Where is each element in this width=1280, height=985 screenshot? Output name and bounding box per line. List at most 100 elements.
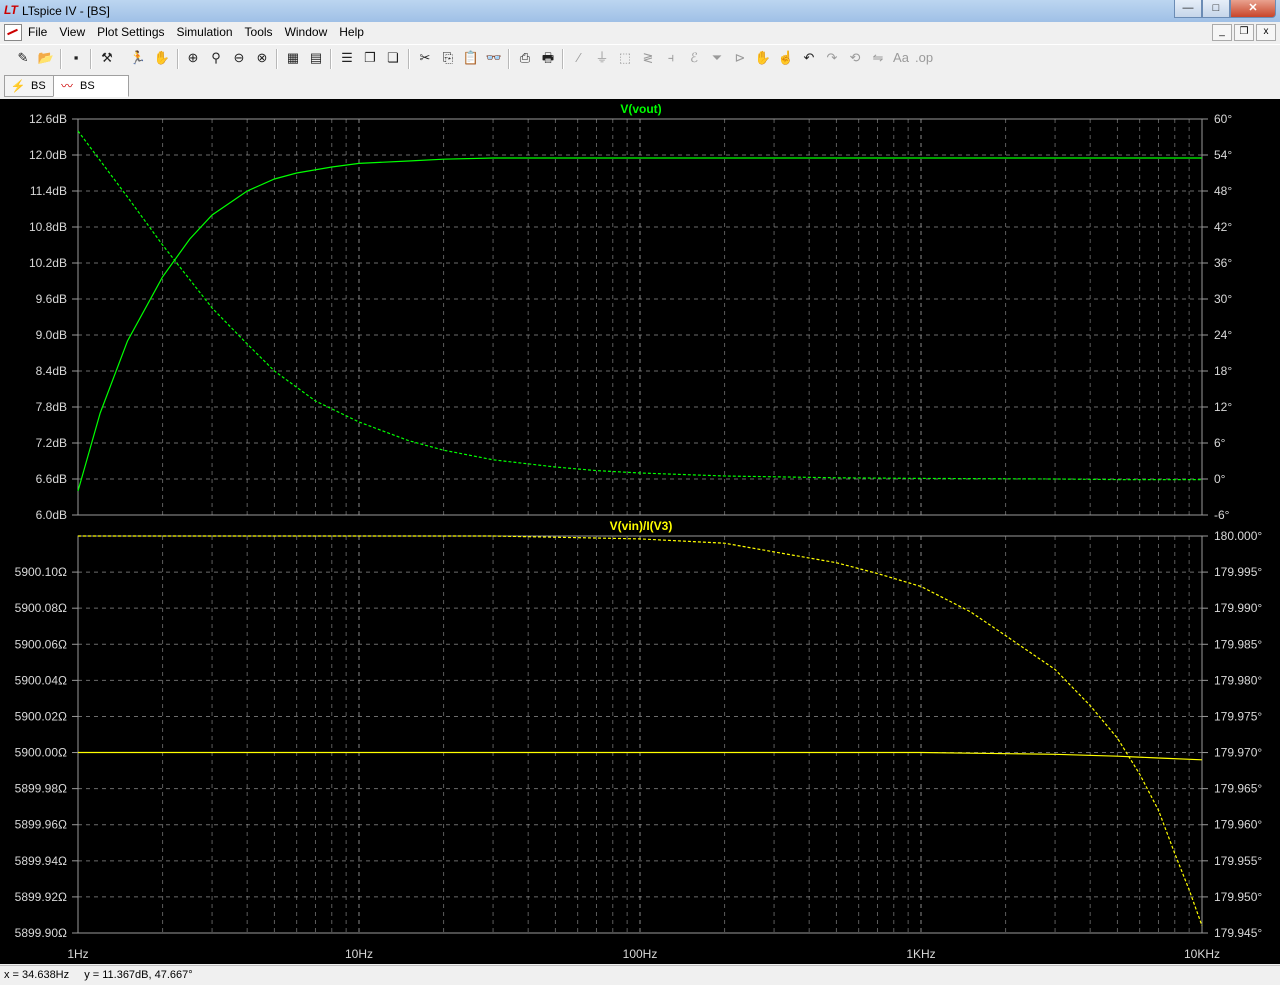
mdi-restore-button[interactable]: ❐	[1234, 24, 1254, 41]
title-bar: LT LTspice IV - [BS] — □ ✕	[0, 0, 1280, 23]
y-right-tick-label: 30°	[1214, 292, 1232, 306]
cursor-y-readout: y = 11.367dB, 47.667°	[84, 969, 193, 981]
paste-icon[interactable]: 📋	[462, 49, 480, 67]
menu-tools[interactable]: Tools	[239, 25, 279, 40]
x-tick-label: 100Hz	[623, 947, 658, 961]
y-right-tick-label: 0°	[1214, 472, 1226, 486]
y-left-tick-label: 12.0dB	[29, 148, 67, 162]
resistor-icon[interactable]: ≷	[639, 49, 657, 67]
pane-title: V(vin)/I(V3)	[610, 519, 673, 533]
window-close-button[interactable]: ✕	[1230, 0, 1276, 18]
rotate-icon[interactable]: ⟲	[846, 49, 864, 67]
y-left-tick-label: 5900.00Ω	[15, 746, 67, 760]
visible-traces-icon[interactable]: ▤	[307, 49, 325, 67]
waveform-icon: 〰	[60, 79, 73, 93]
wire-icon[interactable]: ∕	[570, 49, 588, 67]
drag-icon[interactable]: ☝	[777, 49, 795, 67]
y-right-tick-label: 179.945°	[1214, 926, 1262, 940]
menu-simulation[interactable]: Simulation	[171, 25, 239, 40]
y-left-tick-label: 7.8dB	[36, 400, 67, 414]
menu-help[interactable]: Help	[333, 25, 370, 40]
window-title: LTspice IV - [BS]	[22, 4, 110, 18]
autorange-icon[interactable]: ▦	[284, 49, 302, 67]
y-left-tick-label: 5899.98Ω	[15, 782, 67, 796]
tile-horizontal-icon[interactable]: ☰	[338, 49, 356, 67]
y-left-tick-label: 5900.04Ω	[15, 673, 67, 687]
copy-icon[interactable]: ⎘	[439, 49, 457, 67]
cut-icon[interactable]: ✂	[416, 49, 434, 67]
tab-schematic[interactable]: ⚡ BS	[4, 75, 54, 97]
window-minimize-button[interactable]: —	[1174, 0, 1202, 18]
ltspice-logo: LT	[4, 3, 18, 17]
y-right-tick-label: 179.975°	[1214, 709, 1262, 723]
y-right-tick-label: 179.995°	[1214, 565, 1262, 579]
y-right-tick-label: -6°	[1214, 508, 1230, 522]
y-left-tick-label: 9.0dB	[36, 328, 67, 342]
menu-plot-settings[interactable]: Plot Settings	[91, 25, 170, 40]
x-tick-label: 1KHz	[906, 947, 935, 961]
zoom-pan-icon[interactable]: ⚲	[207, 49, 225, 67]
redo-icon[interactable]: ↷	[823, 49, 841, 67]
menu-file[interactable]: File	[22, 25, 53, 40]
y-right-tick-label: 179.955°	[1214, 854, 1262, 868]
cursor-x-readout: x = 34.638Hz	[4, 969, 70, 981]
new-schematic-icon[interactable]: ✎	[14, 49, 32, 67]
y-right-tick-label: 179.980°	[1214, 673, 1262, 687]
control-panel-icon[interactable]: ⚒	[98, 49, 116, 67]
y-right-tick-label: 42°	[1214, 220, 1232, 234]
print-setup-icon[interactable]: ⎙	[516, 49, 534, 67]
toolbar: ✎ 📂 ▪ ⚒ 🏃 ✋ ⊕ ⚲ ⊖ ⊗ ▦ ▤ ☰ ❐ ❏ ✂ ⎘ 📋 👓 ⎙ …	[0, 44, 1280, 74]
y-left-tick-label: 6.0dB	[36, 508, 67, 522]
halt-icon[interactable]: ✋	[153, 49, 171, 67]
y-left-tick-label: 9.6dB	[36, 292, 67, 306]
y-left-tick-label: 5899.96Ω	[15, 818, 67, 832]
y-right-tick-label: 48°	[1214, 184, 1232, 198]
zoom-in-icon[interactable]: ⊕	[184, 49, 202, 67]
menu-window[interactable]: Window	[279, 25, 334, 40]
y-right-tick-label: 12°	[1214, 400, 1232, 414]
waveform-window-icon[interactable]	[4, 24, 22, 41]
cascade-icon[interactable]: ❏	[384, 49, 402, 67]
mdi-close-button[interactable]: x	[1256, 24, 1276, 41]
y-right-tick-label: 36°	[1214, 256, 1232, 270]
y-right-tick-label: 180.000°	[1214, 529, 1262, 543]
mdi-minimize-button[interactable]: _	[1212, 24, 1232, 41]
open-icon[interactable]: 📂	[37, 49, 55, 67]
y-right-tick-label: 24°	[1214, 328, 1232, 342]
text-icon[interactable]: Aa	[892, 49, 910, 67]
component-icon[interactable]: ⊳	[731, 49, 749, 67]
y-right-tick-label: 179.970°	[1214, 746, 1262, 760]
x-tick-label: 1Hz	[67, 947, 88, 961]
capacitor-icon[interactable]: ⫞	[662, 49, 680, 67]
x-tick-label: 10KHz	[1184, 947, 1220, 961]
y-right-tick-label: 6°	[1214, 436, 1226, 450]
y-left-tick-label: 5899.94Ω	[15, 854, 67, 868]
y-right-tick-label: 54°	[1214, 148, 1232, 162]
menu-view[interactable]: View	[53, 25, 91, 40]
window-maximize-button[interactable]: □	[1202, 0, 1230, 18]
inductor-icon[interactable]: ℰ	[685, 49, 703, 67]
run-icon[interactable]: 🏃	[129, 49, 147, 67]
y-left-tick-label: 12.6dB	[29, 112, 67, 126]
undo-icon[interactable]: ↶	[800, 49, 818, 67]
zoom-out-icon[interactable]: ⊖	[230, 49, 248, 67]
y-right-tick-label: 179.960°	[1214, 818, 1262, 832]
y-left-tick-label: 11.4dB	[30, 184, 67, 198]
waveform-viewer[interactable]: 12.6dB 12.0dB 11.4dB 10.8dB 10.2dB 9.6dB 9.0dB…	[0, 99, 1280, 964]
print-icon[interactable]: 🖶	[539, 49, 557, 67]
y-right-tick-label: 179.985°	[1214, 637, 1262, 651]
tab-waveform[interactable]: 〰 BS	[53, 75, 129, 97]
y-left-tick-label: 5899.92Ω	[15, 890, 67, 904]
mirror-icon[interactable]: ⇋	[869, 49, 887, 67]
diode-icon[interactable]: ⏷	[708, 49, 726, 67]
zoom-cancel-icon[interactable]: ⊗	[253, 49, 271, 67]
ground-icon[interactable]: ⏚	[593, 49, 611, 67]
window-controls: — □ ✕	[1174, 0, 1276, 18]
spice-directive-icon[interactable]: .op	[915, 49, 933, 67]
save-icon[interactable]: ▪	[67, 49, 85, 67]
move-icon[interactable]: ✋	[754, 49, 772, 67]
label-icon[interactable]: ⬚	[616, 49, 634, 67]
y-left-tick-label: 5900.08Ω	[15, 601, 67, 615]
tile-vertical-icon[interactable]: ❐	[361, 49, 379, 67]
find-icon[interactable]: 👓	[485, 49, 503, 67]
